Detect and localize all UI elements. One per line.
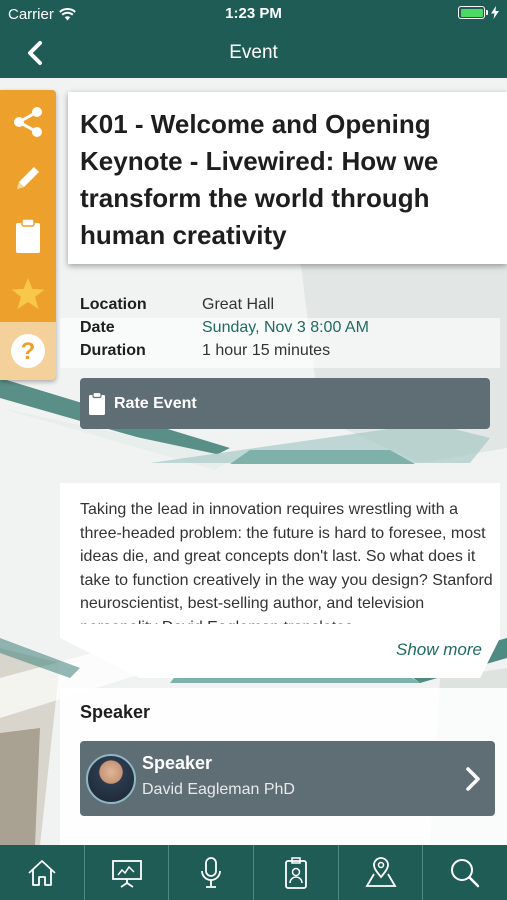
tab-map[interactable] <box>339 845 424 900</box>
date-label: Date <box>80 319 115 336</box>
date-link[interactable]: Sunday, Nov 3 8:00 AM <box>202 316 369 339</box>
pencil-icon <box>17 167 39 189</box>
tab-home[interactable] <box>0 845 85 900</box>
date-row: Date Sunday, Nov 3 8:00 AM <box>80 316 369 339</box>
search-icon <box>451 858 480 887</box>
page-title: Event <box>229 42 278 63</box>
map-pin-icon <box>364 856 397 887</box>
speaker-card[interactable]: Speaker David Eagleman PhD <box>80 741 495 816</box>
avatar <box>86 754 136 804</box>
presentation-icon <box>111 859 142 888</box>
show-more-link[interactable]: Show more <box>396 640 482 660</box>
status-bar: Carrier 1:23 PM <box>0 0 507 28</box>
microphone-icon <box>201 856 222 888</box>
event-title-card: K01 - Welcome and Opening Keynote - Live… <box>68 92 507 264</box>
chevron-right-icon <box>466 767 480 791</box>
location-value: Great Hall <box>202 296 275 313</box>
rate-event-label: Rate Event <box>114 394 197 412</box>
event-content[interactable]: ? K01 - Welcome and Opening Keynote - Li… <box>0 78 507 845</box>
location-label: Location <box>80 296 147 313</box>
speaker-name: David Eagleman PhD <box>142 781 295 798</box>
tab-sessions[interactable] <box>85 845 170 900</box>
speaker-card-title: Speaker <box>142 753 213 773</box>
charging-icon <box>491 6 499 19</box>
edit-notes-button[interactable] <box>0 150 56 206</box>
home-icon <box>28 859 56 886</box>
share-icon <box>14 107 42 137</box>
svg-text:?: ? <box>21 338 36 365</box>
survey-button[interactable] <box>0 208 56 264</box>
event-details: Location Great Hall Date Sunday, Nov 3 8… <box>80 293 369 362</box>
tab-search[interactable] <box>423 845 507 900</box>
action-side-menu: ? <box>0 90 56 380</box>
duration-row: Duration 1 hour 15 minutes <box>80 339 369 362</box>
battery-indicator <box>458 6 499 19</box>
help-icon: ? <box>11 334 45 368</box>
event-title: K01 - Welcome and Opening Keynote - Live… <box>80 109 439 250</box>
clipboard-icon <box>16 218 40 253</box>
bottom-tab-bar <box>0 845 507 900</box>
badge-icon <box>284 856 307 889</box>
location-row: Location Great Hall <box>80 293 369 316</box>
help-button[interactable]: ? <box>0 322 56 380</box>
event-description: Taking the lead in innovation requires w… <box>80 501 493 624</box>
favorite-button[interactable] <box>0 266 56 322</box>
rate-event-button[interactable]: Rate Event <box>80 378 490 429</box>
duration-value: 1 hour 15 minutes <box>202 342 331 359</box>
duration-label: Duration <box>80 342 146 359</box>
speaker-heading: Speaker <box>80 702 151 722</box>
share-button[interactable] <box>0 94 56 150</box>
tab-speakers[interactable] <box>169 845 255 900</box>
tab-badge[interactable] <box>254 845 339 900</box>
navigation-bar: Event <box>0 28 507 78</box>
battery-icon <box>458 6 485 19</box>
clipboard-icon <box>89 391 105 415</box>
status-time: 1:23 PM <box>225 5 282 22</box>
star-icon <box>11 278 45 309</box>
